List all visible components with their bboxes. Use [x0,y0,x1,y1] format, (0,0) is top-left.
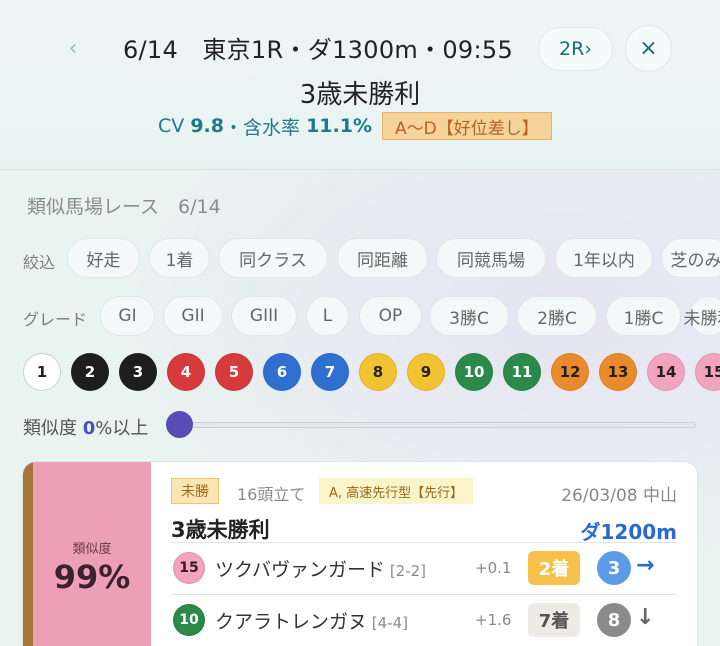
class-tag: 未勝 [171,478,219,504]
filter-chip[interactable]: 1年以内 [555,238,653,278]
moisture-label: 含水率 [243,116,301,139]
field-size: 16頭立て [237,485,306,504]
pace-tag: A, 高速先行型【先行】 [319,478,474,504]
filter-chip[interactable]: 同競馬場 [436,238,546,278]
gate-number-chip[interactable]: 10 [455,353,493,391]
cv-label: CV [158,115,185,137]
corner-positions: [4-4] [367,614,408,632]
card-distance: ダ1200m [580,520,677,544]
filter-chip[interactable]: 同距離 [337,238,428,278]
filter-chip[interactable]: 好走 [67,238,140,278]
similarity-panel: 類似度 99% [23,462,151,646]
row-divider [171,594,677,595]
grade-chip[interactable]: GI [100,296,155,336]
next-race-button[interactable]: 2R› [538,27,613,71]
grade-chip[interactable]: 2勝C [517,296,597,336]
filter-chip[interactable]: 芝のみ [661,238,720,278]
section-title: 類似馬場レース 6/14 [27,196,221,218]
gate-number-chip[interactable]: 6 [263,353,301,391]
similar-race-card[interactable]: 類似度 99% 未勝 16頭立て A, 高速先行型【先行】 26/03/08 中… [22,461,698,646]
popularity-badge: 8 [597,603,631,637]
similarity-suffix: %以上 [95,418,149,439]
gate-number-chip[interactable]: 3 [119,353,157,391]
cv-value: 9.8 [190,115,224,137]
horse-number: 15 [173,552,205,584]
gate-number-chip[interactable]: 8 [359,353,397,391]
grade-chip[interactable]: GII [163,296,223,336]
race-date-venue: 26/03/08 中山 [561,486,677,506]
grade-chip[interactable]: GIII [231,296,297,336]
arrow-down-icon: ↓ [636,605,655,630]
similarity-threshold-label: 類似度 0%以上 [23,414,148,440]
gate-number-chip[interactable]: 4 [167,353,205,391]
finish-rank-badge: 7着 [528,603,580,637]
finish-rank-badge: 2着 [528,551,580,585]
gate-number-chip[interactable]: 5 [215,353,253,391]
grade-chip[interactable]: L [306,296,349,336]
grade-chip[interactable]: 1勝C [606,296,681,336]
gate-number-chip[interactable]: 13 [599,353,637,391]
card-race-name: 3歳未勝利 [171,518,270,542]
horse-name[interactable]: クアラトレンガヌ [4-4] [215,607,408,634]
track-bias-badge: A〜D【好位差し】 [381,112,552,140]
grade-chip[interactable]: 3勝C [429,296,509,336]
filter-chip[interactable]: 同クラス [218,238,328,278]
similarity-percent: 99% [53,558,131,596]
gate-number-chip[interactable]: 12 [551,353,589,391]
horse-name[interactable]: ツクバヴァンガード [2-2] [215,555,426,582]
gate-number-chip[interactable]: 9 [407,353,445,391]
similarity-slider-handle[interactable] [166,411,193,438]
similar-races-panel: 類似馬場レース 6/14 絞込 好走 1着 同クラス 同距離 同競馬場 1年以内 芝のみ グ… [0,171,720,646]
time-margin: +0.1 [475,559,512,577]
narrow-label: 絞込 [23,253,56,272]
row-divider [171,542,677,543]
gate-number-chip[interactable]: 14 [647,353,685,391]
race-class: 3歳未勝利 [299,80,421,110]
grade-label: グレード [23,310,88,329]
gate-number-chip[interactable]: 1 [23,353,61,391]
gate-number-chip[interactable]: 11 [503,353,541,391]
grade-chip[interactable]: OP [359,296,422,336]
time-margin: +1.6 [475,611,512,629]
horse-number: 10 [173,604,205,636]
similarity-caption: 類似度 [72,542,112,557]
filter-chip[interactable]: 1着 [149,238,210,278]
moisture-value: 11.1% [306,115,372,137]
close-icon: × [639,36,658,61]
close-button[interactable]: × [625,25,672,72]
gate-number-chip[interactable]: 15 [695,353,720,391]
grade-chip[interactable]: 未勝利 [684,296,720,336]
similarity-prefix: 類似度 [23,418,77,439]
gate-number-chip[interactable]: 2 [71,353,109,391]
separator: ・ [223,116,243,139]
race-header: ‹ 6/14 東京1R・ダ1300m・09:55 2R› × 3歳未勝利 CV … [0,0,720,170]
arrow-right-icon: → [636,553,655,578]
horse-name-text: ツクバヴァンガード [215,559,386,581]
similarity-value: 0 [82,418,96,439]
gate-number-chip[interactable]: 7 [311,353,349,391]
track-condition: CV 9.8 ・含水率 11.1% A〜D【好位差し】 [158,112,552,140]
popularity-badge: 3 [597,551,631,585]
similarity-slider-track[interactable] [180,422,696,428]
corner-positions: [2-2] [385,562,427,580]
horse-name-text: クアラトレンガヌ [215,611,368,633]
